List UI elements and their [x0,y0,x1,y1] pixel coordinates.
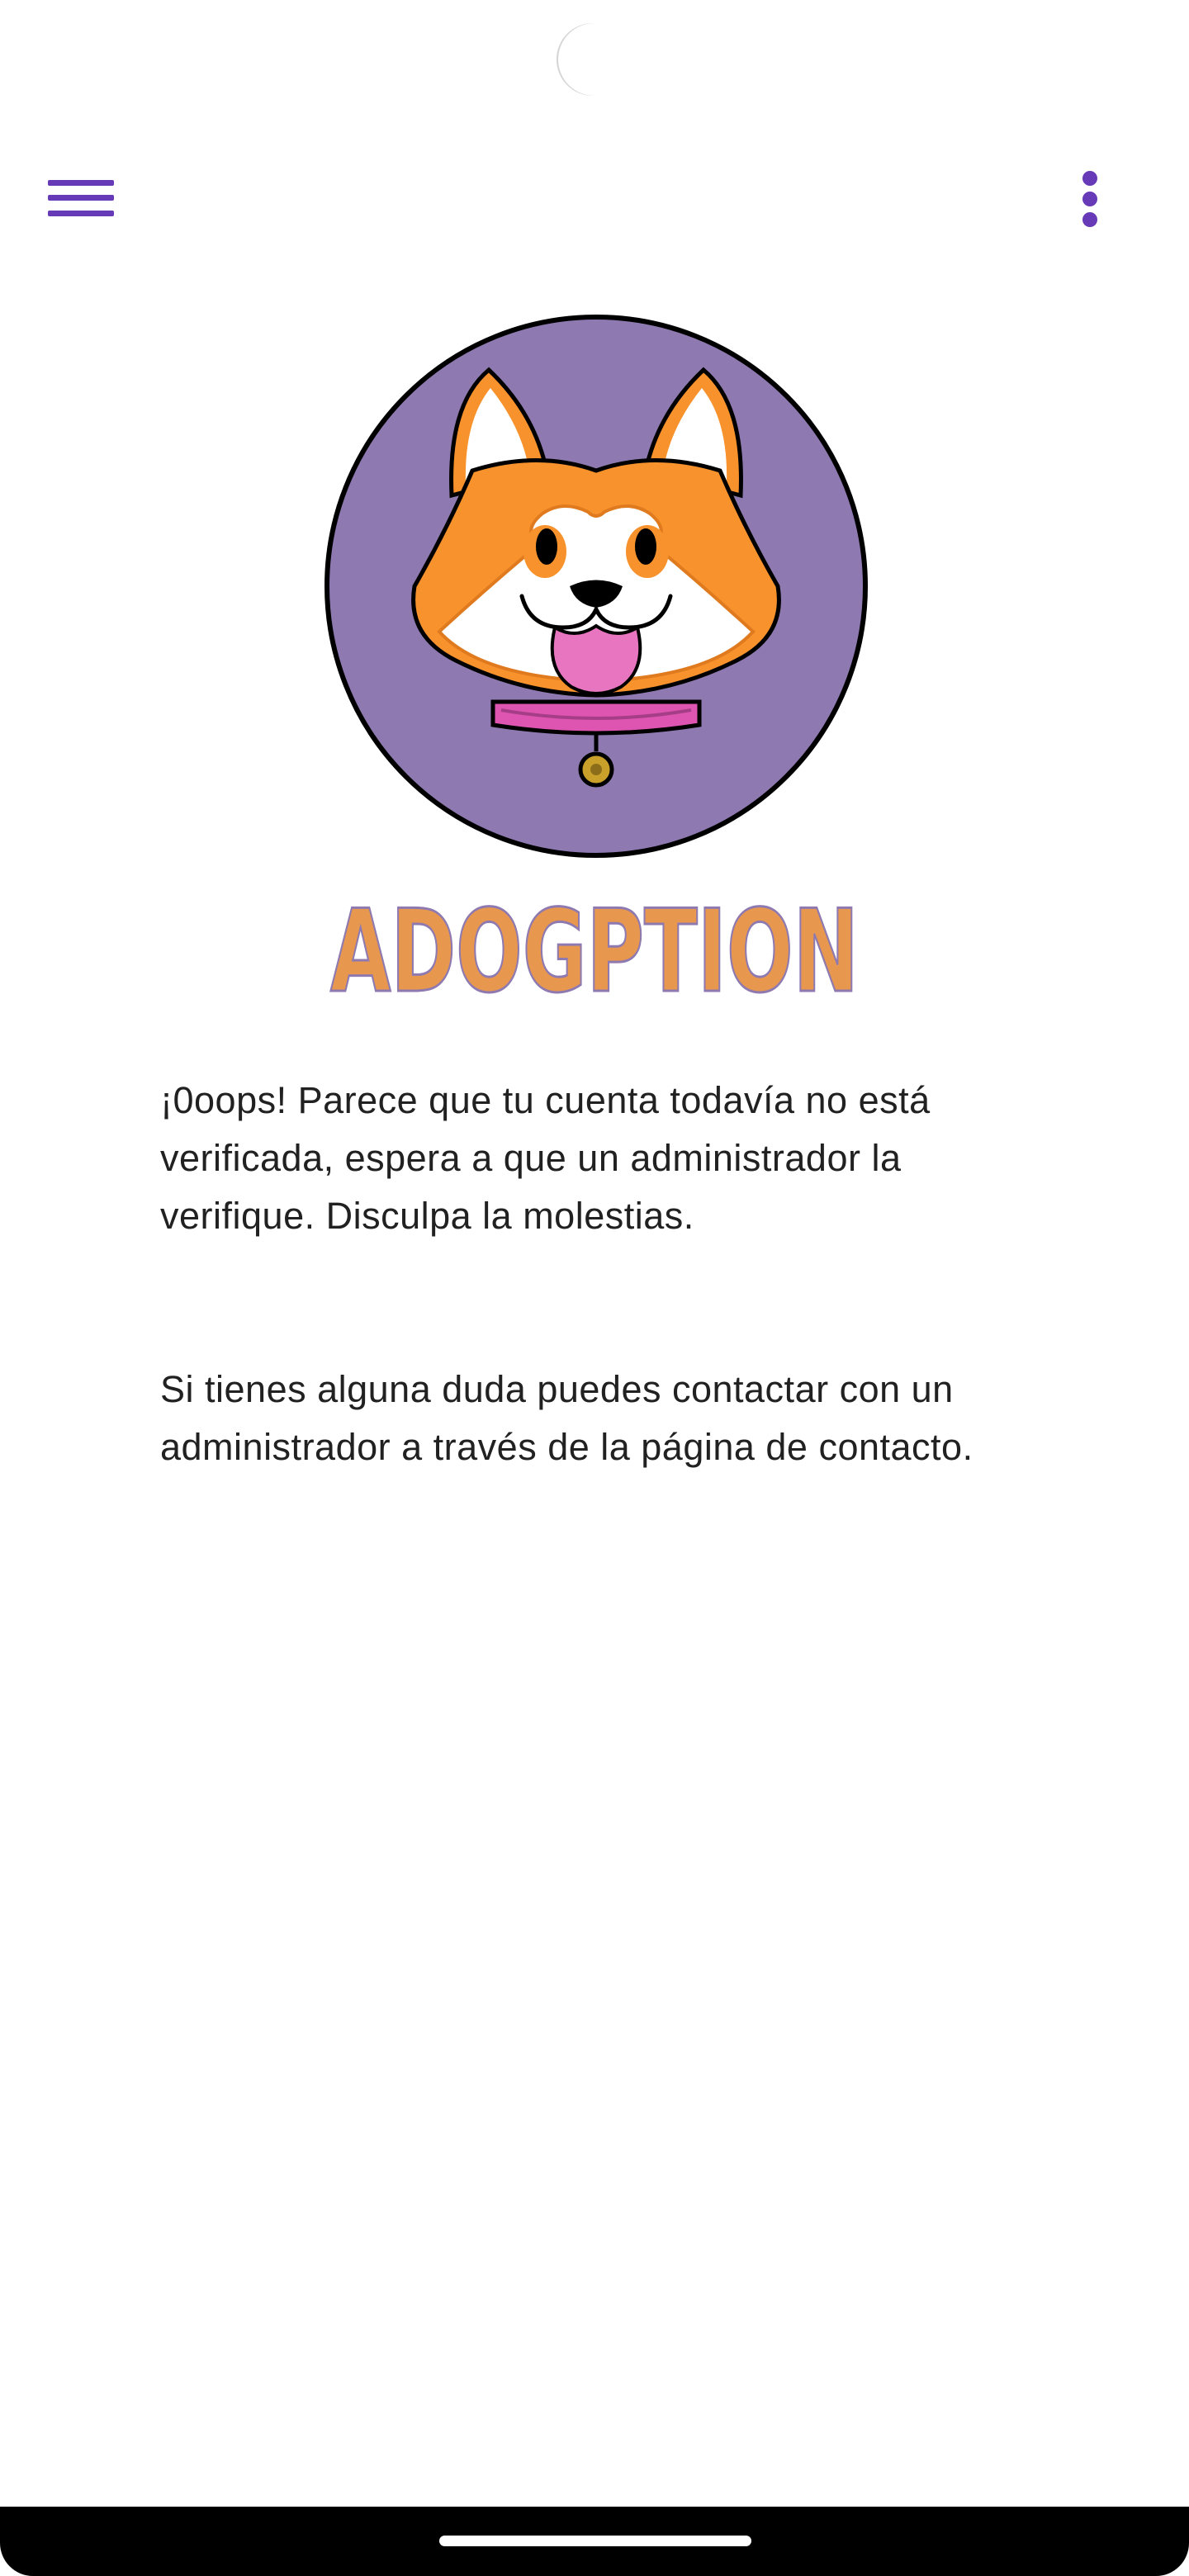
menu-line [48,180,114,186]
more-vertical-icon[interactable] [1057,165,1123,231]
screen: ADOGPTION ¡0oops! Parece que tu cuenta t… [0,0,1189,2576]
menu-line [48,195,114,201]
svg-text:ADOGPTION: ADOGPTION [330,885,859,1009]
unverified-account-text: ¡0oops! Parece que tu cuenta todavía no … [160,1079,931,1237]
more-dot [1082,212,1097,227]
home-indicator[interactable] [439,2536,751,2546]
more-dot [1082,171,1097,186]
corgi-logo-icon [324,314,869,859]
hamburger-menu-icon[interactable] [33,165,129,231]
top-app-bar [0,149,1189,248]
more-dot [1082,192,1097,206]
verification-message: ¡0oops! Parece que tu cuenta todavía no … [160,1072,1035,1476]
menu-line [48,211,114,216]
front-camera [558,23,631,96]
app-wordmark: ADOGPTION [329,885,860,1009]
contact-admin-text: Si tienes alguna duda puedes contactar c… [160,1368,973,1468]
